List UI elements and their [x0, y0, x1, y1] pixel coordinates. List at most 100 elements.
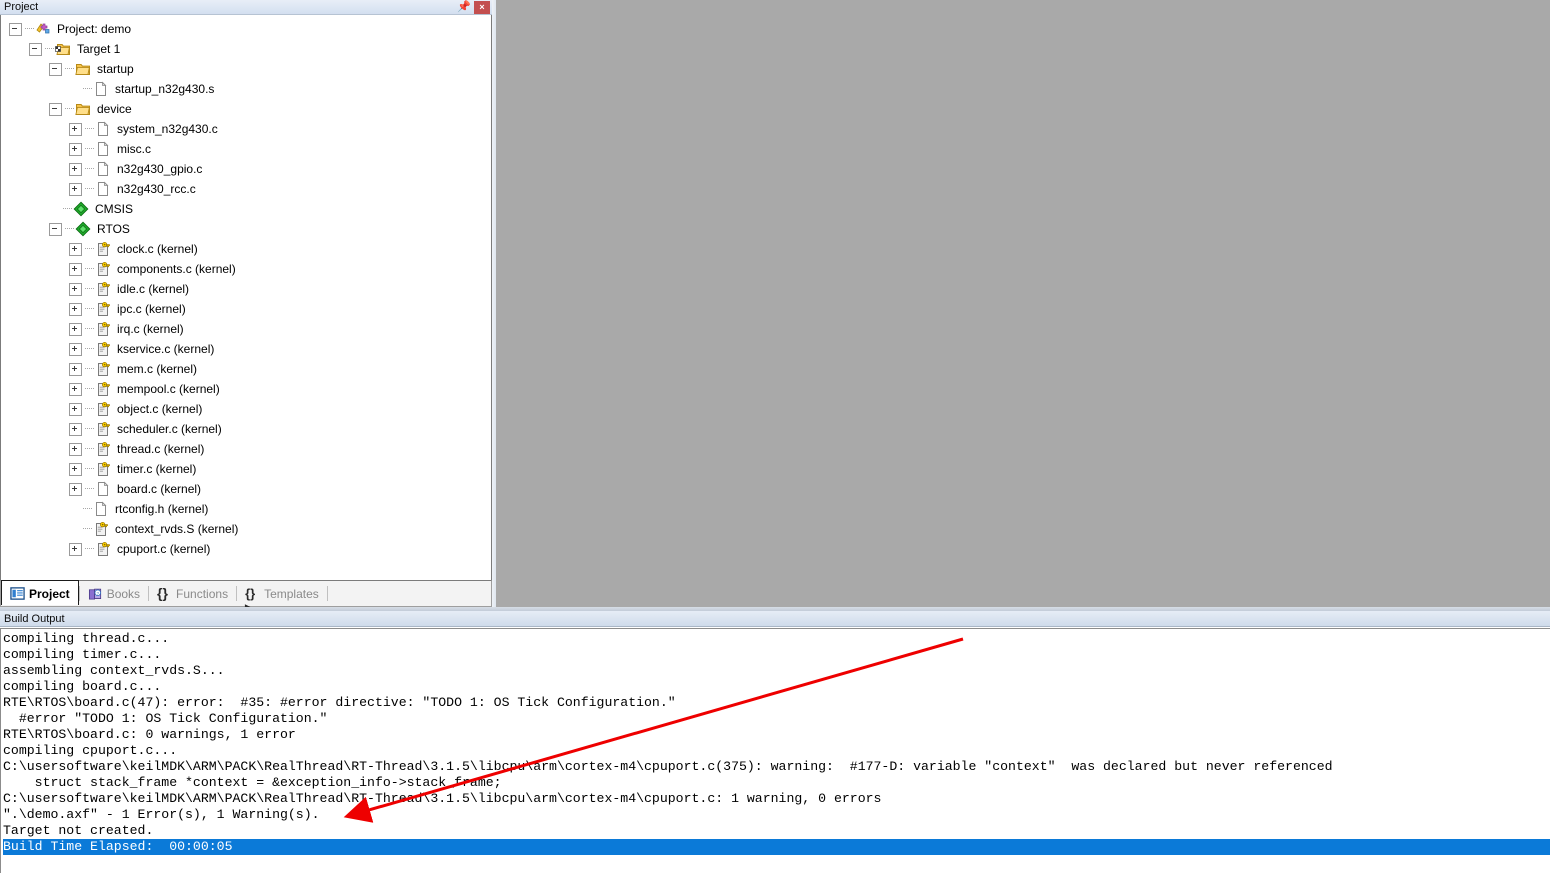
tree-item-label: timer.c (kernel) — [117, 462, 197, 476]
expand-icon[interactable] — [69, 402, 82, 416]
tree-item[interactable]: startup — [1, 59, 491, 79]
expand-icon[interactable] — [69, 162, 82, 176]
tree-item-label: mem.c (kernel) — [117, 362, 198, 376]
build-output-line[interactable]: compiling cpuport.c... — [3, 743, 1550, 759]
tree-item[interactable]: irq.c (kernel) — [1, 319, 491, 339]
expand-icon[interactable] — [69, 462, 82, 476]
build-output-line[interactable]: RTE\RTOS\board.c: 0 warnings, 1 error — [3, 727, 1550, 743]
tree-item[interactable]: cpuport.c (kernel) — [1, 539, 491, 559]
tree-item[interactable]: object.c (kernel) — [1, 399, 491, 419]
project-panel-title: Project — [4, 0, 39, 13]
tab-books[interactable]: ? Books — [80, 581, 148, 606]
tree-item[interactable]: mem.c (kernel) — [1, 359, 491, 379]
tree-item[interactable]: idle.c (kernel) — [1, 279, 491, 299]
tree-item[interactable]: n32g430_rcc.c — [1, 179, 491, 199]
tree-item[interactable]: timer.c (kernel) — [1, 459, 491, 479]
tree-item[interactable]: startup_n32g430.s — [1, 79, 491, 99]
tree-item[interactable]: Target 1 — [1, 39, 491, 59]
project-tree-scroll[interactable]: Project: demo Target 1 startup startup_n32g… — [0, 15, 492, 580]
tree-item-label: Target 1 — [77, 42, 121, 56]
build-output-line[interactable]: struct stack_frame *context = &exception… — [3, 775, 1550, 791]
expand-icon[interactable] — [69, 182, 82, 196]
expand-icon[interactable] — [69, 262, 82, 276]
templates-icon: {}▶ — [245, 586, 256, 616]
tree-item[interactable]: Project: demo — [1, 19, 491, 39]
collapse-icon[interactable] — [9, 22, 22, 36]
build-output-line[interactable]: compiling thread.c... — [3, 631, 1550, 647]
tree-item[interactable]: n32g430_gpio.c — [1, 159, 491, 179]
tree-connector — [85, 188, 94, 190]
tree-item[interactable]: system_n32g430.c — [1, 119, 491, 139]
tab-project[interactable]: Project — [1, 580, 79, 605]
tree-item[interactable]: kservice.c (kernel) — [1, 339, 491, 359]
build-output-line[interactable]: Target not created. — [3, 823, 1550, 839]
file-key-icon — [95, 441, 111, 457]
expand-icon[interactable] — [69, 422, 82, 436]
build-output-line[interactable]: #error "TODO 1: OS Tick Configuration." — [3, 711, 1550, 727]
build-output-line[interactable]: C:\usersoftware\keilMDK\ARM\PACK\RealThr… — [3, 791, 1550, 807]
tree-item[interactable]: components.c (kernel) — [1, 259, 491, 279]
close-icon[interactable]: × — [474, 0, 490, 14]
tree-item[interactable]: clock.c (kernel) — [1, 239, 491, 259]
expand-icon[interactable] — [69, 442, 82, 456]
file-key-icon — [95, 341, 111, 357]
tab-label: Books — [106, 586, 141, 601]
build-output-line[interactable]: compiling board.c... — [3, 679, 1550, 695]
tree-item[interactable]: RTOS — [1, 219, 491, 239]
expand-icon[interactable] — [69, 322, 82, 336]
tree-connector — [85, 448, 94, 450]
tree-item[interactable]: board.c (kernel) — [1, 479, 491, 499]
expand-icon[interactable] — [69, 382, 82, 396]
tree-item[interactable]: device — [1, 99, 491, 119]
collapse-icon[interactable] — [49, 222, 62, 236]
tree-connector — [85, 288, 94, 290]
tree-item[interactable]: thread.c (kernel) — [1, 439, 491, 459]
tree-item[interactable]: scheduler.c (kernel) — [1, 419, 491, 439]
file-key-icon — [95, 261, 111, 277]
expand-icon[interactable] — [69, 482, 82, 496]
tree-item[interactable]: ipc.c (kernel) — [1, 299, 491, 319]
tree-item-label: clock.c (kernel) — [117, 242, 198, 256]
expand-icon[interactable] — [69, 302, 82, 316]
expand-icon[interactable] — [69, 122, 82, 136]
build-output-text[interactable]: compiling thread.c... compiling timer.c..… — [0, 628, 1550, 873]
tree-item[interactable]: rtconfig.h (kernel) — [1, 499, 491, 519]
tree-connector — [85, 148, 94, 150]
tree-connector — [85, 128, 94, 130]
build-output-line[interactable]: RTE\RTOS\board.c(47): error: #35: #error… — [3, 695, 1550, 711]
build-output-line[interactable]: ".\demo.axf" - 1 Error(s), 1 Warning(s). — [3, 807, 1550, 823]
tree-item[interactable]: context_rvds.S (kernel) — [1, 519, 491, 539]
build-output-line[interactable]: compiling timer.c... — [3, 647, 1550, 663]
collapse-icon[interactable] — [29, 42, 42, 56]
tree-item[interactable]: misc.c — [1, 139, 491, 159]
expand-icon[interactable] — [69, 362, 82, 376]
tree-connector — [85, 488, 94, 490]
tree-indent-stub — [49, 204, 60, 215]
tab-label: Project — [29, 586, 70, 601]
collapse-icon[interactable] — [49, 102, 62, 116]
tab-functions[interactable]: {} Functions — [149, 581, 236, 606]
expand-icon[interactable] — [69, 342, 82, 356]
file-key-icon — [95, 281, 111, 297]
collapse-icon[interactable] — [49, 62, 62, 76]
expand-icon[interactable] — [69, 542, 82, 556]
expand-icon[interactable] — [69, 242, 82, 256]
tree-connector — [65, 228, 74, 230]
project-panel-titlebar: Project 📌 × — [0, 0, 492, 15]
tab-templates[interactable]: {}▶ Templates — [237, 581, 327, 616]
expand-icon[interactable] — [69, 282, 82, 296]
tree-item[interactable]: CMSIS — [1, 199, 491, 219]
expand-icon[interactable] — [69, 142, 82, 156]
tree-item[interactable]: mempool.c (kernel) — [1, 379, 491, 399]
pin-icon[interactable]: 📌 — [456, 1, 472, 14]
build-output-line-selected[interactable]: Build Time Elapsed: 00:00:05 — [3, 839, 1550, 855]
build-output-line[interactable]: C:\usersoftware\keilMDK\ARM\PACK\RealThr… — [3, 759, 1550, 775]
build-output-line[interactable]: assembling context_rvds.S... — [3, 663, 1550, 679]
